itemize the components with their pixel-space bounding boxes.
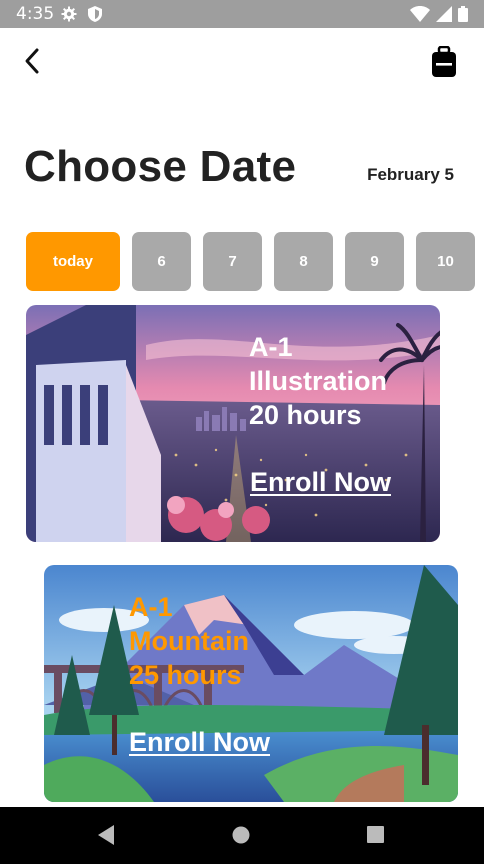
status-bar: 4:35 [0, 0, 484, 28]
course-duration: 25 hours [129, 660, 242, 690]
course-name: Mountain [129, 626, 249, 656]
status-icons [410, 6, 468, 22]
course-code: A-1 [249, 332, 293, 362]
chevron-left-icon[interactable] [18, 46, 48, 76]
date-chip-8[interactable]: 8 [274, 232, 333, 291]
course-code: A-1 [129, 592, 173, 622]
shield-icon [88, 6, 102, 22]
back-triangle-icon[interactable] [96, 824, 116, 846]
date-chip-10[interactable]: 10 [416, 232, 475, 291]
page-title: Choose Date [24, 142, 297, 191]
recents-square-icon[interactable] [367, 826, 384, 843]
card-text-block: A-1 Mountain 25 hours [129, 590, 249, 692]
date-chip-today[interactable]: today [26, 232, 120, 291]
date-chip-6[interactable]: 6 [132, 232, 191, 291]
battery-icon [458, 6, 468, 22]
course-duration: 20 hours [249, 400, 362, 430]
system-nav-bar [0, 807, 484, 864]
enroll-now-link[interactable]: Enroll Now [129, 727, 270, 758]
date-chip-9[interactable]: 9 [345, 232, 404, 291]
mountain-illustration-image [44, 565, 458, 802]
signal-icon [436, 6, 452, 22]
card-text-block: A-1 Illustration 20 hours [249, 330, 387, 432]
date-chip-7[interactable]: 7 [203, 232, 262, 291]
course-card-mountain[interactable]: A-1 Mountain 25 hours Enroll Now [44, 565, 458, 802]
backpack-icon[interactable] [430, 46, 458, 78]
course-name: Illustration [249, 366, 388, 396]
home-circle-icon[interactable] [232, 826, 250, 844]
gear-icon [61, 6, 77, 22]
course-card-illustration[interactable]: A-1 Illustration 20 hours Enroll Now [26, 305, 440, 542]
selected-date-label: February 5 [367, 165, 454, 184]
wifi-icon [410, 6, 430, 22]
status-time: 4:35 [16, 4, 55, 24]
enroll-now-link[interactable]: Enroll Now [250, 467, 391, 498]
